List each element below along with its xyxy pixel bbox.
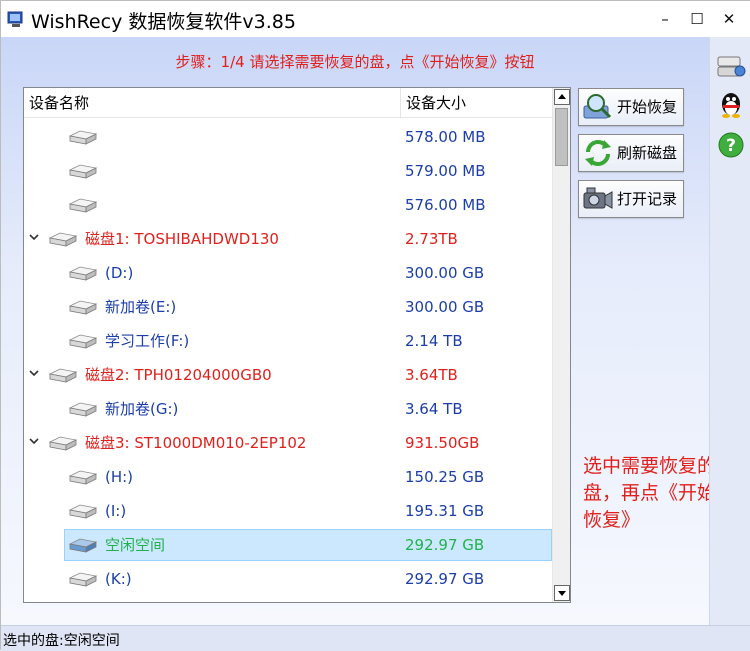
device-size: 292.97 GB xyxy=(405,570,485,588)
device-size: 150.25 GB xyxy=(405,468,485,486)
device-row[interactable]: (I:) 195.31 GB xyxy=(24,493,552,527)
scroll-up-button[interactable] xyxy=(554,89,570,105)
hard-disk-icon xyxy=(48,436,78,451)
arrow-down-icon xyxy=(558,591,566,596)
device-name: 学习工作(F:) xyxy=(105,332,190,350)
camera-log-icon xyxy=(583,187,613,209)
drive-icon xyxy=(68,266,98,281)
drive-icon xyxy=(68,164,98,179)
device-name: 新加卷(E:) xyxy=(105,298,177,316)
expand-chevron-icon[interactable] xyxy=(28,367,40,379)
window-title: WishRecy 数据恢复软件v3.85 xyxy=(31,11,296,33)
drive-icon xyxy=(68,572,98,587)
status-text: 选中的盘:空闲空间 xyxy=(3,633,120,649)
title-bar[interactable]: WishRecy 数据恢复软件v3.85 – ☐ ✕ xyxy=(1,1,750,37)
arrow-up-icon xyxy=(558,94,566,99)
vertical-scrollbar[interactable] xyxy=(552,88,570,602)
step-instruction: 步骤：1/4 请选择需要恢复的盘，点《开始恢复》按钮 xyxy=(175,53,535,71)
device-row[interactable]: (D:) 300.00 GB xyxy=(24,255,552,289)
device-size: 576.00 MB xyxy=(405,196,486,214)
qq-penguin-icon[interactable] xyxy=(715,89,747,121)
device-row[interactable]: (K:) 292.97 GB xyxy=(24,561,552,595)
header-device-size[interactable]: 设备大小 xyxy=(401,88,552,118)
header-device-name[interactable]: 设备名称 xyxy=(24,88,401,118)
drive-icon xyxy=(68,470,98,485)
device-name: 磁盘1: TOSHIBAHDWD130 xyxy=(85,230,279,248)
device-row[interactable]: 磁盘1: TOSHIBAHDWD130 2.73TB xyxy=(24,221,552,255)
hard-disk-icon xyxy=(48,232,78,247)
drive-icon xyxy=(68,130,98,145)
hard-disk-icon xyxy=(48,368,78,383)
device-name: 新加卷(G:) xyxy=(105,400,179,418)
device-size: 931.50GB xyxy=(405,434,480,452)
refresh-arrows-icon xyxy=(585,140,611,166)
refresh-disks-button[interactable]: 刷新磁盘 xyxy=(578,134,684,172)
device-row[interactable]: 576.00 MB xyxy=(24,187,552,221)
status-bar: 选中的盘:空闲空间 xyxy=(1,625,750,651)
device-row[interactable]: 磁盘2: TPH01204000GB0 3.64TB xyxy=(24,357,552,391)
device-name: (I:) xyxy=(105,502,127,520)
magnifier-disk-icon xyxy=(583,94,612,119)
device-name: (D:) xyxy=(105,264,134,282)
scroll-thumb[interactable] xyxy=(555,108,568,166)
device-name: 磁盘2: TPH01204000GB0 xyxy=(85,366,272,384)
start-recovery-label: 开始恢复 xyxy=(617,98,678,116)
device-list[interactable]: 设备名称 设备大小 578.00 MB 579.00 MB 576.00 MB 磁盘1… xyxy=(23,87,571,603)
device-row[interactable]: 578.00 MB xyxy=(24,119,552,153)
device-name: 磁盘3: ST1000DM010-2EP102 xyxy=(85,434,307,452)
device-size: 3.64TB xyxy=(405,366,458,384)
drive-icon xyxy=(68,334,98,349)
refresh-disks-label: 刷新磁盘 xyxy=(617,144,678,162)
network-drives-icon[interactable] xyxy=(715,49,747,81)
device-row[interactable]: 磁盘3: ST1000DM010-2EP102 931.50GB xyxy=(24,425,552,459)
device-size: 195.31 GB xyxy=(405,502,485,520)
device-row[interactable]: 新加卷(G:) 3.64 TB xyxy=(24,391,552,425)
drive-icon xyxy=(68,300,98,315)
device-size: 300.00 GB xyxy=(405,264,485,282)
svg-text:?: ? xyxy=(726,136,736,156)
device-name: (K:) xyxy=(105,570,132,588)
scroll-down-button[interactable] xyxy=(554,585,570,601)
device-size: 578.00 MB xyxy=(405,128,486,146)
expand-chevron-icon[interactable] xyxy=(28,435,40,447)
device-size: 2.73TB xyxy=(405,230,458,248)
device-row[interactable]: 空闲空间 292.97 GB xyxy=(24,527,552,561)
device-size: 292.97 GB xyxy=(405,536,485,554)
start-recovery-button[interactable]: 开始恢复 xyxy=(578,88,684,126)
drive-icon xyxy=(68,402,98,417)
close-button[interactable]: ✕ xyxy=(709,5,749,33)
drive-icon xyxy=(68,198,98,213)
device-name: (H:) xyxy=(105,468,134,486)
help-question-icon[interactable]: ? xyxy=(715,129,747,161)
device-size: 579.00 MB xyxy=(405,162,486,180)
device-row[interactable]: 学习工作(F:) 2.14 TB xyxy=(24,323,552,357)
open-log-button[interactable]: 打开记录 xyxy=(578,180,684,218)
side-toolbar: ? xyxy=(709,37,750,625)
drive-icon xyxy=(68,538,98,553)
app-icon xyxy=(7,11,23,27)
open-log-label: 打开记录 xyxy=(617,190,678,208)
app-window: WishRecy 数据恢复软件v3.85 – ☐ ✕ 步骤：1/4 请选择需要恢… xyxy=(0,0,750,651)
device-row[interactable]: 新加卷(E:) 300.00 GB xyxy=(24,289,552,323)
device-rows: 578.00 MB 579.00 MB 576.00 MB 磁盘1: TOSHIBAH… xyxy=(24,119,552,595)
expand-chevron-icon[interactable] xyxy=(28,231,40,243)
device-size: 2.14 TB xyxy=(405,332,463,350)
device-name: 空闲空间 xyxy=(105,536,166,554)
device-row[interactable]: 579.00 MB xyxy=(24,153,552,187)
drive-icon xyxy=(68,504,98,519)
device-size: 300.00 GB xyxy=(405,298,485,316)
list-header: 设备名称 设备大小 xyxy=(24,88,552,118)
device-row[interactable]: (H:) 150.25 GB xyxy=(24,459,552,493)
device-size: 3.64 TB xyxy=(405,400,463,418)
